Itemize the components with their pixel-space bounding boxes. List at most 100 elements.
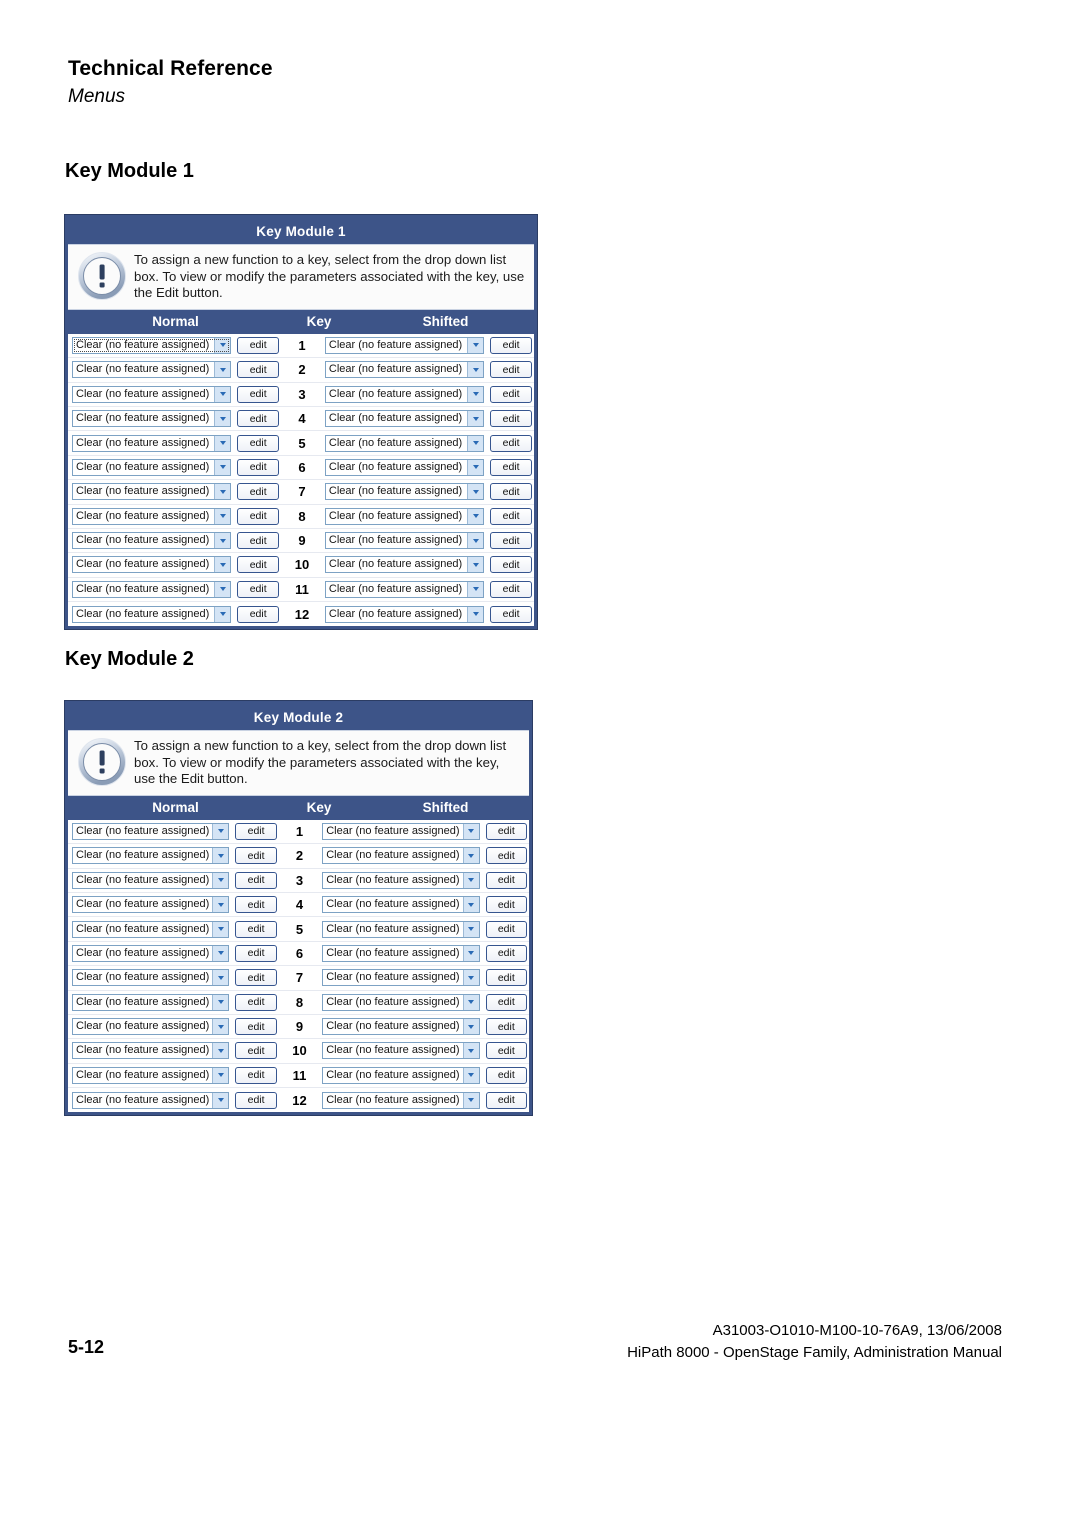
- shifted-edit-button[interactable]: edit: [485, 847, 527, 865]
- normal-function-select[interactable]: Clear (no feature assigned): [72, 871, 230, 889]
- chevron-down-icon[interactable]: [214, 606, 231, 622]
- shifted-function-select[interactable]: Clear (no feature assigned): [322, 969, 480, 987]
- shifted-function-select[interactable]: Clear (no feature assigned): [322, 847, 480, 865]
- shifted-function-select[interactable]: Clear (no feature assigned): [324, 532, 485, 550]
- normal-function-select[interactable]: Clear (no feature assigned): [72, 410, 232, 428]
- shifted-function-select[interactable]: Clear (no feature assigned): [322, 1091, 480, 1109]
- chevron-down-icon[interactable]: [467, 581, 484, 597]
- normal-function-select[interactable]: Clear (no feature assigned): [72, 434, 232, 452]
- shifted-function-select[interactable]: Clear (no feature assigned): [322, 1066, 480, 1084]
- shifted-edit-button[interactable]: edit: [485, 944, 527, 962]
- shifted-edit-button[interactable]: edit: [490, 458, 532, 476]
- chevron-down-icon[interactable]: [212, 1019, 229, 1035]
- chevron-down-icon[interactable]: [212, 848, 229, 864]
- shifted-function-select[interactable]: Clear (no feature assigned): [322, 1042, 480, 1060]
- chevron-down-icon[interactable]: [467, 386, 484, 402]
- shifted-edit-button[interactable]: edit: [490, 410, 532, 428]
- chevron-down-icon[interactable]: [467, 484, 484, 500]
- shifted-edit-button[interactable]: edit: [485, 1091, 527, 1109]
- shifted-edit-button[interactable]: edit: [490, 385, 532, 403]
- normal-edit-button[interactable]: edit: [237, 605, 280, 623]
- shifted-function-select[interactable]: Clear (no feature assigned): [324, 410, 485, 428]
- shifted-edit-button[interactable]: edit: [490, 507, 532, 525]
- normal-function-select[interactable]: Clear (no feature assigned): [72, 1066, 230, 1084]
- chevron-down-icon[interactable]: [467, 411, 484, 427]
- chevron-down-icon[interactable]: [467, 508, 484, 524]
- chevron-down-icon[interactable]: [214, 557, 231, 573]
- chevron-down-icon[interactable]: [212, 1067, 229, 1083]
- chevron-down-icon[interactable]: [462, 1043, 479, 1059]
- chevron-down-icon[interactable]: [462, 1067, 479, 1083]
- chevron-down-icon[interactable]: [212, 994, 229, 1010]
- normal-function-select[interactable]: Clear (no feature assigned): [72, 847, 230, 865]
- chevron-down-icon[interactable]: [462, 994, 479, 1010]
- shifted-edit-button[interactable]: edit: [490, 556, 532, 574]
- normal-edit-button[interactable]: edit: [237, 361, 280, 379]
- shifted-edit-button[interactable]: edit: [490, 580, 532, 598]
- chevron-down-icon[interactable]: [214, 411, 231, 427]
- chevron-down-icon[interactable]: [462, 1092, 479, 1108]
- chevron-down-icon[interactable]: [212, 897, 229, 913]
- normal-edit-button[interactable]: edit: [237, 410, 280, 428]
- normal-edit-button[interactable]: edit: [235, 944, 277, 962]
- shifted-edit-button[interactable]: edit: [485, 920, 527, 938]
- chevron-down-icon[interactable]: [212, 1043, 229, 1059]
- normal-function-select[interactable]: Clear (no feature assigned): [72, 385, 232, 403]
- normal-function-select[interactable]: Clear (no feature assigned): [72, 361, 232, 379]
- normal-edit-button[interactable]: edit: [235, 1066, 277, 1084]
- chevron-down-icon[interactable]: [214, 508, 231, 524]
- chevron-down-icon[interactable]: [212, 945, 229, 961]
- shifted-edit-button[interactable]: edit: [490, 361, 532, 379]
- normal-edit-button[interactable]: edit: [237, 532, 280, 550]
- chevron-down-icon[interactable]: [467, 362, 484, 378]
- shifted-edit-button[interactable]: edit: [485, 871, 527, 889]
- chevron-down-icon[interactable]: [214, 581, 231, 597]
- shifted-edit-button[interactable]: edit: [490, 532, 532, 550]
- chevron-down-icon[interactable]: [462, 897, 479, 913]
- shifted-edit-button[interactable]: edit: [485, 1018, 527, 1036]
- shifted-function-select[interactable]: Clear (no feature assigned): [322, 1018, 480, 1036]
- normal-function-select[interactable]: Clear (no feature assigned): [72, 896, 230, 914]
- chevron-down-icon[interactable]: [214, 533, 231, 549]
- normal-edit-button[interactable]: edit: [237, 434, 280, 452]
- shifted-function-select[interactable]: Clear (no feature assigned): [322, 871, 480, 889]
- normal-edit-button[interactable]: edit: [235, 822, 277, 840]
- chevron-down-icon[interactable]: [462, 872, 479, 888]
- shifted-function-select[interactable]: Clear (no feature assigned): [322, 993, 480, 1011]
- chevron-down-icon[interactable]: [467, 337, 484, 353]
- normal-edit-button[interactable]: edit: [237, 556, 280, 574]
- normal-function-select[interactable]: Clear (no feature assigned): [72, 458, 232, 476]
- normal-function-select[interactable]: Clear (no feature assigned): [72, 1042, 230, 1060]
- normal-edit-button[interactable]: edit: [235, 847, 277, 865]
- normal-function-select[interactable]: Clear (no feature assigned): [72, 944, 230, 962]
- chevron-down-icon[interactable]: [212, 921, 229, 937]
- normal-edit-button[interactable]: edit: [235, 1091, 277, 1109]
- shifted-function-select[interactable]: Clear (no feature assigned): [322, 822, 480, 840]
- chevron-down-icon[interactable]: [462, 1019, 479, 1035]
- shifted-function-select[interactable]: Clear (no feature assigned): [324, 556, 485, 574]
- shifted-edit-button[interactable]: edit: [485, 969, 527, 987]
- normal-edit-button[interactable]: edit: [235, 993, 277, 1011]
- normal-edit-button[interactable]: edit: [237, 385, 280, 403]
- shifted-edit-button[interactable]: edit: [490, 434, 532, 452]
- normal-function-select[interactable]: Clear (no feature assigned): [72, 336, 232, 354]
- shifted-function-select[interactable]: Clear (no feature assigned): [324, 385, 485, 403]
- chevron-down-icon[interactable]: [214, 459, 231, 475]
- shifted-function-select[interactable]: Clear (no feature assigned): [324, 336, 485, 354]
- shifted-function-select[interactable]: Clear (no feature assigned): [324, 507, 485, 525]
- shifted-edit-button[interactable]: edit: [485, 822, 527, 840]
- normal-function-select[interactable]: Clear (no feature assigned): [72, 556, 232, 574]
- chevron-down-icon[interactable]: [212, 872, 229, 888]
- shifted-function-select[interactable]: Clear (no feature assigned): [324, 434, 485, 452]
- normal-edit-button[interactable]: edit: [235, 896, 277, 914]
- normal-edit-button[interactable]: edit: [237, 458, 280, 476]
- normal-function-select[interactable]: Clear (no feature assigned): [72, 507, 232, 525]
- shifted-edit-button[interactable]: edit: [485, 1042, 527, 1060]
- chevron-down-icon[interactable]: [212, 970, 229, 986]
- chevron-down-icon[interactable]: [467, 606, 484, 622]
- normal-edit-button[interactable]: edit: [235, 1018, 277, 1036]
- chevron-down-icon[interactable]: [467, 557, 484, 573]
- chevron-down-icon[interactable]: [212, 1092, 229, 1108]
- chevron-down-icon[interactable]: [462, 823, 479, 839]
- chevron-down-icon[interactable]: [462, 970, 479, 986]
